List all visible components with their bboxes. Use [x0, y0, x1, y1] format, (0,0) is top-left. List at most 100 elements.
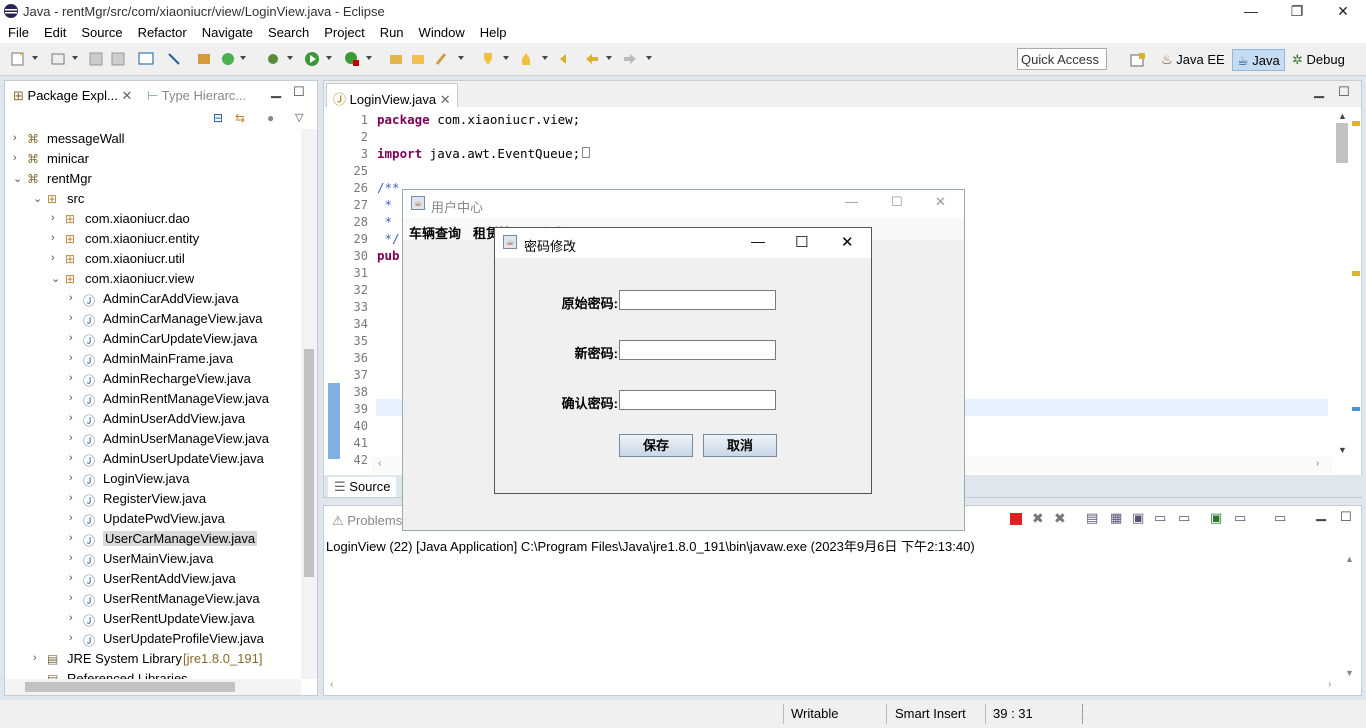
- remove-launch-icon[interactable]: ✖: [1032, 510, 1044, 527]
- run-icon[interactable]: [304, 51, 320, 67]
- minimize-button[interactable]: —: [751, 233, 765, 249]
- menu-file[interactable]: File: [0, 23, 36, 40]
- menu-navigate[interactable]: Navigate: [194, 23, 260, 40]
- new-icon[interactable]: [10, 51, 26, 67]
- tree-item[interactable]: › Ⓙ UserMainView.java: [5, 549, 301, 569]
- maximize-console-icon[interactable]: ☐: [1340, 509, 1352, 525]
- save-all-icon[interactable]: [110, 51, 126, 67]
- tree-item[interactable]: › Ⓙ AdminUserAddView.java: [5, 409, 301, 429]
- tree-item[interactable]: ⌄ ⊞ src: [5, 189, 301, 209]
- chevron-right-icon[interactable]: ›: [69, 372, 73, 384]
- menu-search[interactable]: Search: [260, 23, 316, 40]
- tree-item[interactable]: › Ⓙ AdminCarManageView.java: [5, 309, 301, 329]
- chevron-right-icon[interactable]: ›: [69, 452, 73, 464]
- confirm-password-field[interactable]: [619, 390, 776, 410]
- tree-item[interactable]: › ⊞ com.xiaoniucr.entity: [5, 229, 301, 249]
- quick-access-input[interactable]: Quick Access: [1017, 48, 1107, 70]
- chevron-right-icon[interactable]: ›: [69, 432, 73, 444]
- save-button[interactable]: 保存: [619, 434, 693, 457]
- chevron-right-icon[interactable]: ›: [69, 572, 73, 584]
- show-stdout-icon[interactable]: ▭: [1154, 510, 1166, 526]
- search-icon[interactable]: [434, 51, 450, 67]
- chevron-right-icon[interactable]: ›: [69, 472, 73, 484]
- chevron-right-icon[interactable]: ›: [13, 152, 17, 164]
- tree-item[interactable]: › Ⓙ AdminCarUpdateView.java: [5, 329, 301, 349]
- open-folder-icon[interactable]: [410, 51, 426, 67]
- console-hscrollbar[interactable]: ‹ ›: [326, 679, 1340, 694]
- save-icon[interactable]: [88, 51, 104, 67]
- chevron-right-icon[interactable]: ›: [69, 312, 73, 324]
- tree-item[interactable]: › Ⓙ AdminRechargeView.java: [5, 369, 301, 389]
- display-console-icon[interactable]: ▭: [1234, 510, 1246, 526]
- show-stderr-icon[interactable]: ▭: [1178, 510, 1190, 526]
- tree-item[interactable]: › Ⓙ UserRentManageView.java: [5, 589, 301, 609]
- chevron-right-icon[interactable]: ›: [69, 352, 73, 364]
- tree-item[interactable]: › Ⓙ LoginView.java: [5, 469, 301, 489]
- new-project-icon[interactable]: [50, 51, 66, 67]
- new-password-field[interactable]: [619, 340, 776, 360]
- tab-type-hierarchy[interactable]: ⊢ Type Hierarc...: [141, 83, 252, 107]
- chevron-right-icon[interactable]: ›: [69, 412, 73, 424]
- menu-window[interactable]: Window: [411, 23, 472, 40]
- clear-console-icon[interactable]: ▤: [1086, 510, 1098, 526]
- menu-source[interactable]: Source: [73, 23, 129, 40]
- tree-item[interactable]: › ⌘ messageWall: [5, 129, 301, 149]
- tree-item[interactable]: › Ⓙ UpdatePwdView.java: [5, 509, 301, 529]
- cancel-button[interactable]: 取消: [703, 434, 777, 457]
- close-icon[interactable]: ✕: [440, 92, 451, 107]
- tree-item[interactable]: › Ⓙ AdminUserManageView.java: [5, 429, 301, 449]
- close-button[interactable]: ✕: [841, 233, 854, 251]
- tree-item[interactable]: › Ⓙ UserRentAddView.java: [5, 569, 301, 589]
- tree-item[interactable]: › Ⓙ UserCarManageView.java: [5, 529, 301, 549]
- last-edit-icon[interactable]: [558, 51, 574, 67]
- close-button[interactable]: ✕: [1320, 0, 1366, 23]
- chevron-right-icon[interactable]: ›: [69, 552, 73, 564]
- perspective-java-ee[interactable]: ♨ Java EE: [1157, 49, 1229, 71]
- tree-item[interactable]: › ⊞ com.xiaoniucr.util: [5, 249, 301, 269]
- skip-breakpoints-icon[interactable]: [166, 51, 182, 67]
- open-perspective-icon[interactable]: [1130, 52, 1146, 68]
- terminate-icon[interactable]: [1010, 513, 1022, 525]
- tree-item[interactable]: ⌄ ⌘ rentMgr: [5, 169, 301, 189]
- close-icon[interactable]: ✕: [121, 88, 132, 103]
- tree-item[interactable]: › ▤ JRE System Library [jre1.8.0_191]: [5, 649, 301, 669]
- perspective-java[interactable]: ☕ Java: [1232, 49, 1285, 71]
- chevron-right-icon[interactable]: ›: [69, 292, 73, 304]
- link-editor-icon[interactable]: ⇆: [235, 111, 245, 125]
- tab-source[interactable]: ☰ Source: [328, 477, 397, 497]
- restore-button[interactable]: ❐: [1274, 0, 1320, 23]
- minimize-editor-icon[interactable]: ▁: [1314, 83, 1324, 99]
- run-config-icon[interactable]: [344, 51, 360, 67]
- scroll-lock-icon[interactable]: ▦: [1110, 510, 1122, 526]
- minimize-view-icon[interactable]: ▁: [271, 83, 281, 99]
- maximize-view-icon[interactable]: ☐: [293, 84, 305, 100]
- chevron-right-icon[interactable]: ›: [69, 612, 73, 624]
- chevron-right-icon[interactable]: ›: [51, 212, 55, 224]
- console-icon[interactable]: [138, 51, 154, 67]
- forward-icon[interactable]: [622, 51, 638, 67]
- tree-item[interactable]: ⌄ ⊞ com.xiaoniucr.view: [5, 269, 301, 289]
- menu-edit[interactable]: Edit: [36, 23, 73, 40]
- menu-refactor[interactable]: Refactor: [130, 23, 194, 40]
- chevron-right-icon[interactable]: ›: [13, 132, 17, 144]
- chevron-down-icon[interactable]: ⌄: [51, 272, 60, 285]
- tab-problems[interactable]: ⚠ Problems: [326, 508, 408, 532]
- close-button[interactable]: ✕: [935, 194, 946, 210]
- pin-console-icon[interactable]: ▣: [1210, 510, 1222, 526]
- chevron-down-icon[interactable]: ⌄: [33, 192, 42, 205]
- explorer-hscrollbar[interactable]: [5, 679, 301, 695]
- maximize-button[interactable]: ☐: [795, 233, 808, 251]
- perspective-debug[interactable]: ✲ Debug: [1288, 49, 1349, 71]
- chevron-right-icon[interactable]: ›: [69, 492, 73, 504]
- tree-item[interactable]: › Ⓙ AdminUserUpdateView.java: [5, 449, 301, 469]
- view-menu-icon[interactable]: ▽: [295, 111, 303, 124]
- tree-item[interactable]: › ⊞ com.xiaoniucr.dao: [5, 209, 301, 229]
- minimize-console-icon[interactable]: ▁: [1316, 506, 1326, 522]
- tree-item[interactable]: › Ⓙ UserRentUpdateView.java: [5, 609, 301, 629]
- tree-item[interactable]: › Ⓙ AdminCarAddView.java: [5, 289, 301, 309]
- collapse-all-icon[interactable]: ⊟: [213, 111, 223, 125]
- overview-ruler[interactable]: ▲ ▼: [1332, 107, 1360, 457]
- word-wrap-icon[interactable]: ▣: [1132, 510, 1144, 526]
- refresh-icon[interactable]: [220, 51, 236, 67]
- menu-help[interactable]: Help: [472, 23, 514, 40]
